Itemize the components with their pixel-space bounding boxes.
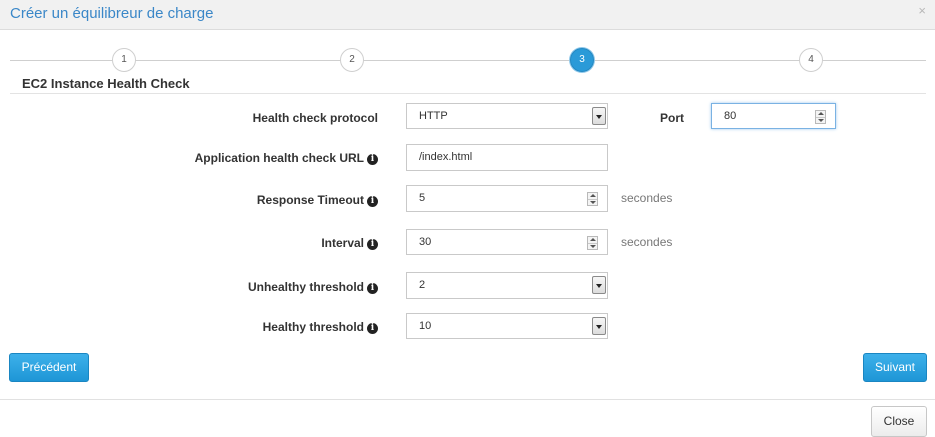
timeout-label: Response Timeout (256, 193, 364, 207)
interval-value: 30 (419, 236, 432, 248)
chevron-down-icon[interactable] (592, 317, 606, 335)
timeout-label-group: Response Timeout i (257, 193, 378, 207)
unhealthy-select[interactable]: 2 (406, 272, 608, 299)
port-input[interactable]: 80 (711, 103, 836, 129)
healthy-label: Healthy threshold (262, 320, 364, 334)
interval-label: Interval (321, 236, 364, 250)
protocol-label: Health check protocol (252, 111, 378, 125)
unhealthy-label-group: Unhealthy threshold i (248, 280, 378, 294)
next-button[interactable]: Suivant (863, 353, 927, 382)
timeout-spinner-icon[interactable] (587, 192, 598, 206)
info-icon[interactable]: i (367, 196, 378, 207)
info-icon[interactable]: i (367, 154, 378, 165)
unhealthy-value: 2 (419, 279, 426, 291)
section-divider (10, 93, 926, 94)
dialog-header: Créer un équilibreur de charge × (0, 0, 935, 30)
timeout-input[interactable]: 5 (406, 185, 608, 212)
step-3-active[interactable]: 3 (570, 48, 594, 72)
protocol-select[interactable]: HTTP (406, 103, 608, 129)
section-title: EC2 Instance Health Check (22, 76, 190, 91)
step-4[interactable]: 4 (799, 48, 823, 72)
timeout-value: 5 (419, 192, 426, 204)
step-1[interactable]: 1 (112, 48, 136, 72)
url-label: Application health check URL (194, 151, 364, 165)
chevron-down-icon[interactable] (592, 276, 606, 294)
timeout-unit: secondes (621, 191, 673, 205)
dialog-title: Créer un équilibreur de charge (10, 5, 214, 22)
url-input[interactable]: /index.html (406, 144, 608, 171)
protocol-value: HTTP (419, 110, 448, 122)
close-icon[interactable]: × (918, 3, 926, 18)
url-value: /index.html (419, 151, 473, 163)
previous-button[interactable]: Précédent (9, 353, 89, 382)
chevron-down-icon[interactable] (592, 107, 606, 125)
url-label-group: Application health check URL i (195, 151, 378, 165)
healthy-label-group: Healthy threshold i (263, 320, 378, 334)
port-spinner-icon[interactable] (815, 110, 826, 124)
healthy-select[interactable]: 10 (406, 313, 608, 339)
interval-input[interactable]: 30 (406, 229, 608, 255)
port-label: Port (660, 111, 684, 125)
stepper-track (10, 60, 926, 61)
footer-divider (0, 399, 935, 400)
interval-spinner-icon[interactable] (587, 236, 598, 250)
healthy-value: 10 (419, 320, 432, 332)
interval-label-group: Interval i (321, 236, 378, 250)
info-icon[interactable]: i (367, 283, 378, 294)
info-icon[interactable]: i (367, 323, 378, 334)
info-icon[interactable]: i (367, 239, 378, 250)
step-2[interactable]: 2 (340, 48, 364, 72)
close-button[interactable]: Close (871, 406, 927, 437)
port-value: 80 (724, 110, 737, 122)
unhealthy-label: Unhealthy threshold (247, 280, 364, 294)
interval-unit: secondes (621, 235, 673, 249)
